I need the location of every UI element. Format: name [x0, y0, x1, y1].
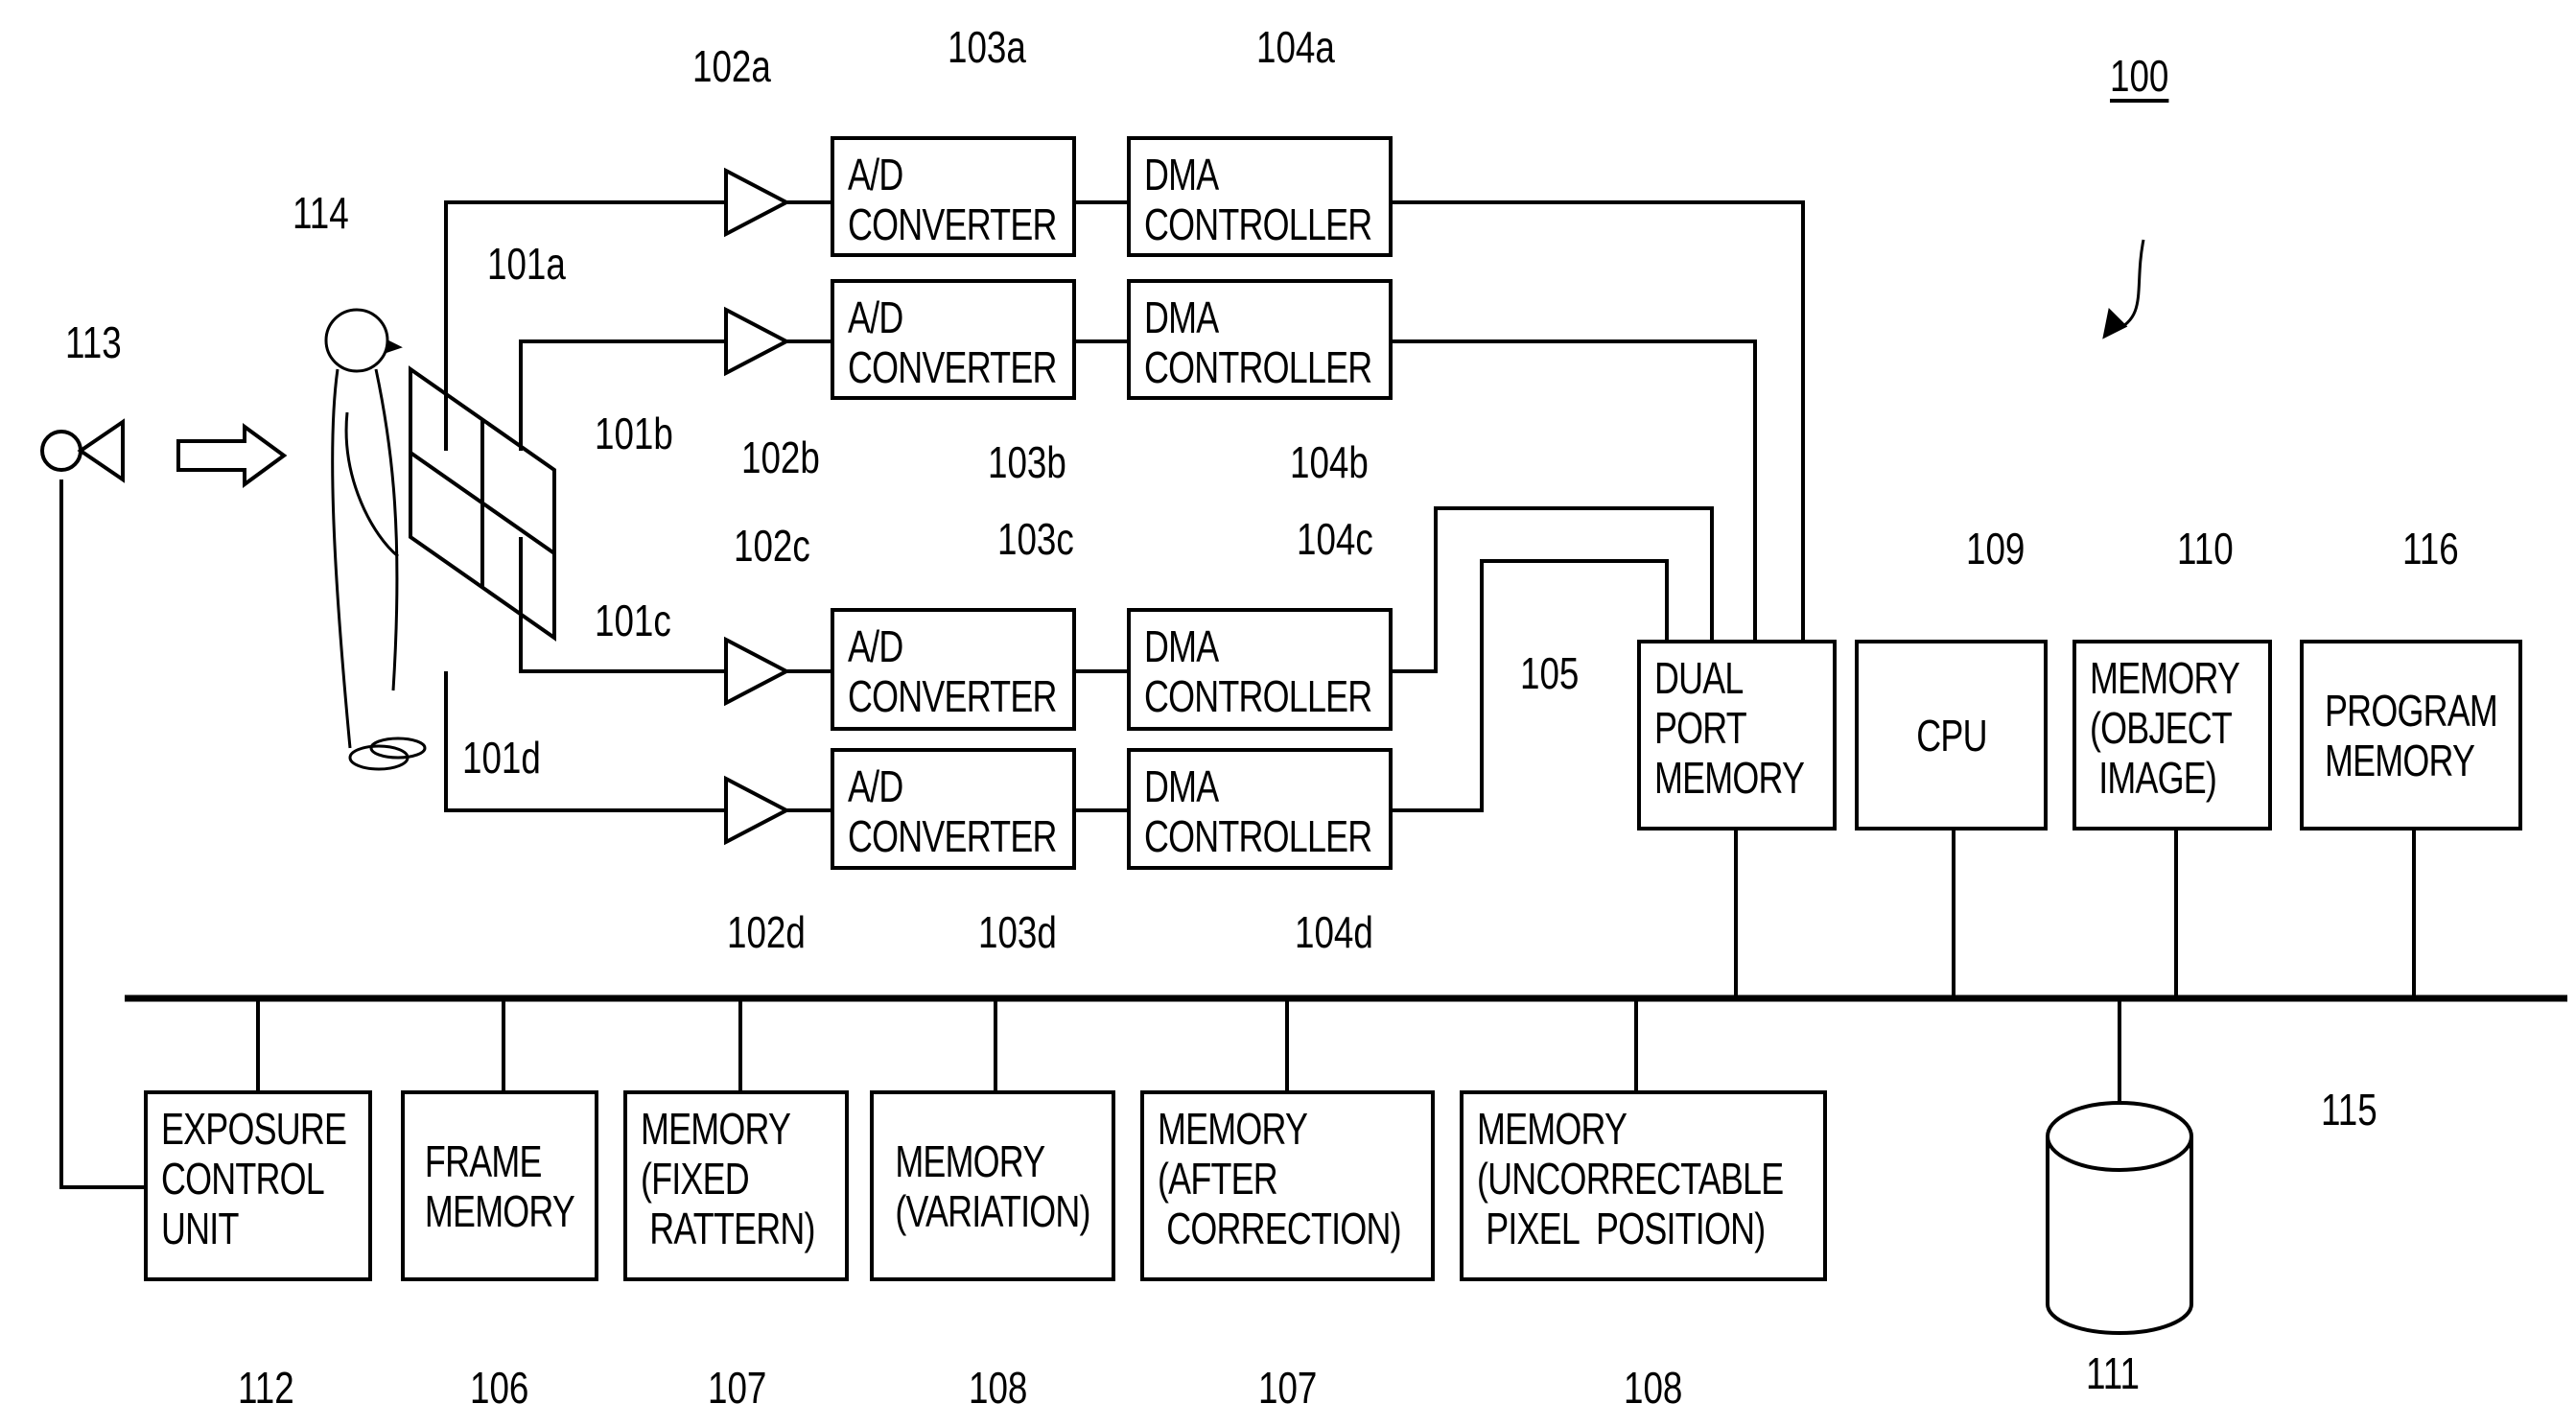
dma-box-b: DMA CONTROLLER: [1127, 279, 1393, 400]
ref-light-source: 113: [65, 317, 122, 367]
ref-amp-b: 102b: [741, 433, 820, 482]
ref-dma-b: 104b: [1290, 437, 1369, 487]
arrowhead-icon: [2102, 307, 2128, 339]
amplifier-icon: [724, 306, 791, 377]
system-pointer-arrow-icon: [2114, 239, 2145, 333]
ref-program-memory: 116: [2402, 524, 2459, 573]
ref-dual-port: 105: [1520, 648, 1580, 698]
disk-storage-icon: [2046, 1101, 2193, 1335]
variation-memory-box: MEMORY (VARIATION): [870, 1090, 1115, 1281]
frame-memory-box: FRAME MEMORY: [401, 1090, 598, 1281]
wire-dma-dpm-b: [1393, 339, 1757, 640]
after-correction-memory-box: MEMORY (AFTER CORRECTION): [1140, 1090, 1435, 1281]
exposure-control-unit-box: EXPOSURE CONTROL UNIT: [144, 1090, 372, 1281]
adc-box-a: A/D CONVERTER: [831, 136, 1076, 257]
dual-port-memory-box: DUAL PORT MEMORY: [1637, 640, 1837, 830]
uncorrectable-pixel-memory-box: MEMORY (UNCORRECTABLE PIXEL POSITION): [1460, 1090, 1827, 1281]
ref-adc-c: 103c: [997, 514, 1074, 564]
ref-disk: 111: [2086, 1348, 2140, 1398]
sensor-array-icon: [409, 365, 556, 642]
amplifier-icon: [724, 775, 791, 846]
adc-box-d: A/D CONVERTER: [831, 748, 1076, 870]
cpu-box: CPU: [1855, 640, 2048, 830]
ref-sensor-c: 101c: [595, 596, 671, 645]
ref-exposure: 112: [238, 1363, 294, 1413]
ref-fixed-pattern: 107: [708, 1363, 767, 1413]
dma-box-d: DMA CONTROLLER: [1127, 748, 1393, 870]
ref-adc-d: 103d: [978, 907, 1057, 957]
light-cone-icon: [77, 418, 125, 483]
ref-amp-a: 102a: [692, 41, 771, 91]
ref-amp-c: 102c: [734, 521, 810, 571]
ref-adc-b: 103b: [988, 437, 1066, 487]
light-direction-arrow-icon: [176, 423, 288, 488]
ref-dma-d: 104d: [1295, 907, 1373, 957]
ref-dma-c: 104c: [1297, 514, 1373, 564]
ref-dma-a: 104a: [1256, 22, 1335, 72]
ref-person: 114: [293, 188, 349, 238]
ref-frame-memory: 106: [470, 1363, 529, 1413]
ref-uncorrectable: 108: [1624, 1363, 1683, 1413]
wire-dma-dpm-a: [1393, 200, 1805, 640]
light-source-icon: [40, 430, 82, 472]
wire-exposure-light: [59, 480, 144, 1189]
object-image-memory-box: MEMORY (OBJECT IMAGE): [2073, 640, 2272, 830]
amplifier-icon: [724, 167, 791, 238]
ref-amp-d: 102d: [727, 907, 806, 957]
ref-after-correction: 107: [1258, 1363, 1318, 1413]
ref-sensor-a: 101a: [487, 239, 566, 289]
ref-sensor-d: 101d: [462, 733, 541, 783]
program-memory-box: PROGRAM MEMORY: [2300, 640, 2522, 830]
ref-variation: 108: [969, 1363, 1028, 1413]
adc-box-b: A/D CONVERTER: [831, 279, 1076, 400]
dma-box-a: DMA CONTROLLER: [1127, 136, 1393, 257]
adc-box-c: A/D CONVERTER: [831, 608, 1076, 731]
ref-bus: 115: [2321, 1085, 2377, 1135]
ref-adc-a: 103a: [948, 22, 1026, 72]
amplifier-icon: [724, 636, 791, 707]
fixed-pattern-memory-box: MEMORY (FIXED RATTERN): [623, 1090, 849, 1281]
ref-object-memory: 110: [2177, 524, 2234, 573]
ref-system: 100: [2110, 51, 2169, 101]
ref-cpu: 109: [1966, 524, 2026, 573]
ref-sensor-b: 101b: [595, 409, 673, 458]
dma-box-c: DMA CONTROLLER: [1127, 608, 1393, 731]
